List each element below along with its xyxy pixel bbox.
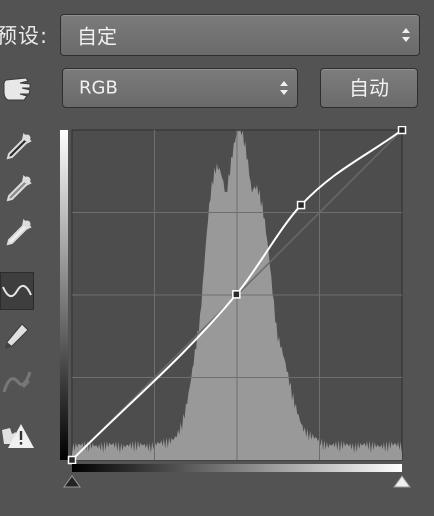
channel-select-value: RGB	[79, 77, 118, 99]
preset-select-value: 自定	[77, 24, 117, 49]
curves-graph[interactable]	[56, 125, 420, 512]
black-point-eyedropper[interactable]	[0, 130, 42, 166]
auto-button[interactable]: 自动	[320, 68, 418, 108]
curve-control-point[interactable]	[296, 200, 306, 210]
pencil-draw-icon	[5, 323, 29, 349]
white-point-slider[interactable]	[393, 475, 411, 488]
curve-control-point[interactable]	[232, 290, 241, 299]
gray-point-eyedropper-icon	[6, 174, 32, 202]
hand-adjust-tool[interactable]	[0, 70, 42, 106]
curve-point-edit-icon	[2, 284, 32, 298]
updown-arrow-icon	[401, 27, 411, 43]
clipping-warning-icon	[2, 424, 34, 448]
curve-control-point[interactable]	[67, 455, 77, 465]
updown-arrow-icon	[279, 80, 289, 96]
curve-point-edit-tool[interactable]	[0, 272, 34, 310]
pencil-draw-tool[interactable]	[0, 318, 42, 354]
input-gradient-bar	[72, 464, 402, 472]
preset-label: 预设:	[0, 24, 49, 48]
channel-select[interactable]: RGB	[62, 68, 298, 108]
curves-graph-canvas[interactable]	[56, 125, 420, 512]
preset-select[interactable]: 自定	[60, 14, 420, 56]
white-point-eyedropper[interactable]	[0, 216, 42, 252]
gray-point-eyedropper[interactable]	[0, 172, 42, 208]
clipping-warning-tool[interactable]	[0, 418, 42, 454]
hand-adjust-icon	[3, 77, 31, 101]
black-point-slider[interactable]	[63, 475, 81, 488]
white-point-eyedropper-icon	[6, 218, 32, 246]
smooth-curve-icon	[2, 371, 32, 393]
smooth-curve-tool[interactable]	[0, 362, 42, 398]
black-point-eyedropper-icon	[6, 132, 32, 160]
curve-control-point[interactable]	[397, 125, 407, 135]
output-gradient-bar	[60, 130, 68, 460]
